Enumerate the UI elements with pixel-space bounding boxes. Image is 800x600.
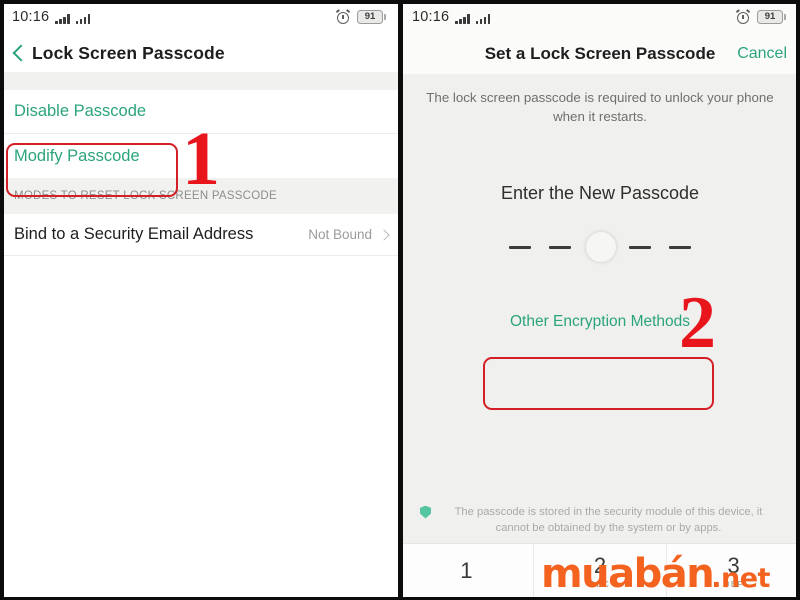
bind-email-value: Not Bound	[308, 227, 372, 242]
status-time: 10:16	[12, 8, 50, 25]
page-title: Lock Screen Passcode	[32, 42, 225, 63]
passcode-slot-4	[629, 245, 651, 249]
cursor-highlight-circle	[586, 232, 616, 263]
signal-bars-icon-right-secondary	[475, 13, 491, 25]
passcode-slot-2	[549, 245, 571, 249]
status-bar-right-group: 91	[335, 9, 386, 24]
shield-icon	[420, 505, 431, 519]
alarm-clock-icon	[335, 9, 351, 24]
battery-level-right: 91	[764, 11, 776, 23]
panel-right-edge	[796, 0, 800, 600]
keypad-key-1-number: 1	[460, 557, 473, 583]
watermark: muabán .net	[541, 554, 770, 594]
left-navigation-bar: Lock Screen Passcode	[0, 34, 400, 72]
security-note-text: The passcode is stored in the security m…	[454, 505, 763, 534]
row-bind-security-email[interactable]: Bind to a Security Email Address Not Bou…	[0, 214, 400, 256]
chevron-right-icon	[378, 228, 390, 241]
back-chevron-icon[interactable]	[12, 44, 23, 62]
alarm-clock-icon-right	[735, 9, 751, 24]
set-passcode-title: Set a Lock Screen Passcode	[484, 44, 716, 63]
section-spacer	[0, 72, 400, 90]
annotation-step-number-2: 2	[679, 282, 716, 364]
left-phone-panel: 10:16 91 Lock Screen Passcode Disable Pa…	[0, 0, 400, 600]
right-status-bar: 10:16 91	[400, 0, 800, 34]
passcode-slot-1	[509, 245, 531, 249]
passcode-slot-5	[669, 245, 691, 249]
watermark-brand: muabán	[541, 551, 715, 597]
signal-bars-icon	[55, 13, 70, 25]
right-phone-panel: 10:16 91 Set a Lock Screen Passcode Canc…	[400, 0, 800, 600]
left-status-bar: 10:16 91	[0, 0, 400, 34]
bind-email-label: Bind to a Security Email Address	[14, 225, 254, 243]
status-bar-right-group-right: 91	[735, 9, 786, 24]
battery-icon: 91	[357, 10, 386, 24]
battery-icon-right: 91	[757, 10, 786, 24]
status-time-right: 10:16	[412, 8, 450, 25]
cancel-button[interactable]: Cancel	[737, 45, 787, 63]
passcode-hint-text: The lock screen passcode is required to …	[426, 90, 774, 125]
right-navigation-bar: Set a Lock Screen Passcode Cancel	[400, 34, 800, 74]
enter-new-passcode-title: Enter the New Passcode	[500, 182, 700, 203]
signal-bars-icon-secondary	[75, 13, 91, 25]
annotation-step-number-1: 1	[182, 117, 220, 201]
passcode-input-field[interactable]	[400, 232, 800, 263]
panel-top-edge	[0, 0, 400, 4]
other-encryption-methods-button[interactable]: Other Encryption Methods	[502, 303, 698, 341]
battery-level: 91	[364, 11, 376, 23]
panel-left-edge	[0, 0, 4, 600]
watermark-tld: .net	[711, 563, 770, 594]
panel-top-edge-right	[400, 0, 800, 4]
security-note: The passcode is stored in the security m…	[400, 504, 800, 536]
screenshot-root: 10:16 91 Lock Screen Passcode Disable Pa…	[0, 0, 800, 600]
keypad-key-1[interactable]: 1	[400, 544, 534, 600]
other-encryption-wrap: Other Encryption Methods	[400, 303, 800, 341]
status-bar-left-group-right: 10:16	[412, 8, 491, 25]
status-bar-left-group: 10:16	[12, 8, 91, 25]
panel-divider	[398, 0, 403, 600]
signal-bars-icon-right	[455, 13, 470, 25]
